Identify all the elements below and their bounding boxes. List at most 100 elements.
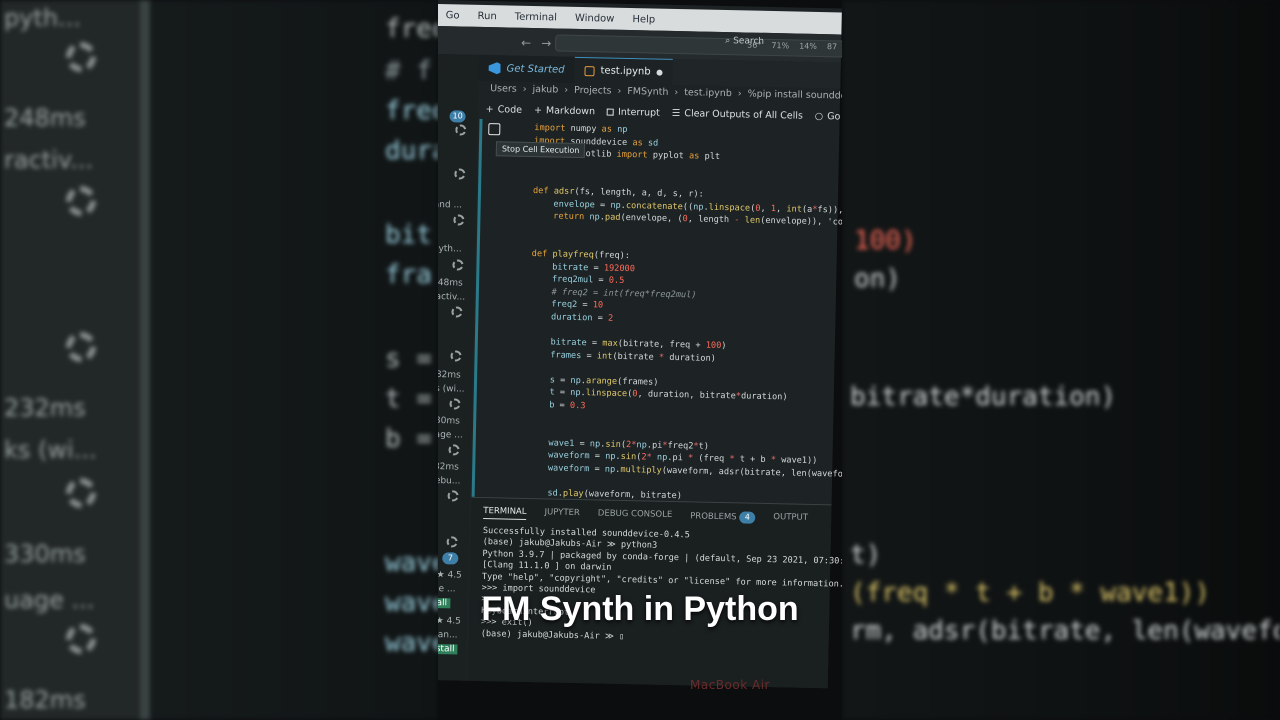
breadcrumb-item[interactable]: Projects xyxy=(574,85,612,97)
blurred-code: freq xyxy=(385,14,438,44)
notebook-icon xyxy=(584,65,595,76)
extension-label: Debu... xyxy=(438,475,461,487)
blurred-label: 330ms xyxy=(4,540,86,568)
blurred-label: 182ms xyxy=(4,686,86,714)
menu-window[interactable]: Window xyxy=(575,12,615,24)
forward-arrow-icon[interactable]: → xyxy=(541,36,551,50)
breadcrumb-item[interactable]: jakub xyxy=(532,84,558,96)
blurred-code: (freq * t + b * wave1)) xyxy=(850,578,1211,608)
gear-icon[interactable] xyxy=(455,124,467,136)
badge: 10 xyxy=(449,110,466,123)
blurred-code: wave xyxy=(385,588,438,618)
blurred-code: fra xyxy=(385,260,432,290)
blurred-gear-icon xyxy=(66,42,96,72)
breadcrumb-item[interactable]: %pip install sounddevice nu xyxy=(748,89,842,103)
gear-icon[interactable] xyxy=(453,214,465,226)
tab-output[interactable]: OUTPUT xyxy=(773,512,808,526)
extension-label: pyth... xyxy=(438,243,462,255)
blurred-gear-icon xyxy=(66,332,96,362)
extension-label: and ... xyxy=(438,199,463,211)
extension-label: ractiv... xyxy=(438,291,466,303)
plus-icon: + xyxy=(485,103,494,115)
go-to-button[interactable]: ○Go To xyxy=(815,110,842,122)
breadcrumb-item[interactable]: Users xyxy=(490,83,517,95)
blurred-code: on) xyxy=(854,264,901,294)
tab-test-ipynb[interactable]: test.ipynb xyxy=(574,56,673,85)
menu-terminal[interactable]: Terminal xyxy=(515,11,557,23)
blurred-label: ks (wi... xyxy=(4,436,97,464)
terminal-output[interactable]: Successfully installed sounddevice-0.4.5… xyxy=(481,526,842,648)
gear-icon[interactable] xyxy=(451,306,463,318)
blurred-code: 100) xyxy=(854,226,917,256)
blurred-code: b = xyxy=(385,424,432,454)
gear-icon[interactable] xyxy=(447,490,459,502)
gear-icon[interactable] xyxy=(450,350,462,362)
blurred-label: uage ... xyxy=(4,586,95,614)
stop-cell-icon[interactable] xyxy=(488,123,501,136)
square-icon xyxy=(606,108,615,116)
nav-arrows: ← → xyxy=(521,36,551,51)
breadcrumb-item[interactable]: test.ipynb xyxy=(684,87,732,99)
menu-run[interactable]: Run xyxy=(477,10,496,21)
breadcrumb-item[interactable]: FMSynth xyxy=(627,86,668,98)
menu-help[interactable]: Help xyxy=(632,14,655,25)
extension-rating: M ★ 4.5 xyxy=(438,570,462,581)
code-editor[interactable]: import numpy as np import sounddevice as… xyxy=(526,122,842,519)
extension-time: 182ms xyxy=(438,461,459,473)
blurred-label: 248ms xyxy=(4,104,86,132)
blurred-code: # f xyxy=(385,56,432,86)
add-code-cell-button[interactable]: + Code xyxy=(486,104,523,116)
blurred-code: t = xyxy=(385,384,432,414)
blurred-code: rm, adsr(bitrate, len(wavefor xyxy=(850,616,1280,646)
tooltip: Stop Cell Execution xyxy=(495,141,586,159)
gear-icon[interactable] xyxy=(446,536,458,548)
tab-get-started[interactable]: Get Started xyxy=(478,54,575,83)
unsaved-dot-icon[interactable] xyxy=(656,69,663,76)
search-label[interactable]: ⌕ Search xyxy=(725,36,764,47)
clear-outputs-button[interactable]: ☰ Clear Outputs of All Cells xyxy=(672,107,803,121)
blurred-gear-icon xyxy=(66,186,96,216)
macbook-label: MacBook Air xyxy=(690,678,770,692)
blurred-code: bit xyxy=(385,220,432,250)
tab-problems[interactable]: PROBLEMS 4 xyxy=(690,510,756,524)
blurred-label: 232ms xyxy=(4,394,86,422)
badge: 7 xyxy=(442,552,459,565)
problems-count-badge: 4 xyxy=(739,511,756,524)
extension-time: 232ms xyxy=(438,369,461,381)
tab-jupyter[interactable]: JUPYTER xyxy=(544,507,580,521)
panel-tabs: TERMINAL JUPYTER DEBUG CONSOLE PROBLEMS … xyxy=(483,506,808,526)
blurred-label: pyth... xyxy=(4,4,81,32)
blurred-code: dura xyxy=(385,136,438,166)
tab-debug-console[interactable]: DEBUG CONSOLE xyxy=(598,508,673,523)
gear-icon[interactable] xyxy=(454,168,466,180)
tab-label: Get Started xyxy=(506,62,565,76)
menu-go[interactable]: Go xyxy=(446,10,460,21)
left-blurred-backdrop: pyth... 248ms ractiv... 232ms ks (wi... … xyxy=(0,0,438,720)
plus-icon: + xyxy=(533,104,543,116)
install-button[interactable]: Install xyxy=(438,643,458,655)
add-markdown-cell-button[interactable]: + Markdown xyxy=(534,105,595,117)
stat: 14% xyxy=(799,41,818,51)
tab-label: test.ipynb xyxy=(600,65,651,78)
circle-icon: ○ xyxy=(814,110,824,122)
blurred-gear-icon xyxy=(66,478,96,508)
blurred-code: bitrate*duration) xyxy=(850,382,1117,412)
extension-label: w, an... xyxy=(438,630,458,641)
right-blurred-backdrop: 100) on) bitrate*duration) t) (freq * t … xyxy=(842,0,1280,720)
gear-icon[interactable] xyxy=(448,444,460,456)
interrupt-button[interactable]: Interrupt xyxy=(606,106,660,118)
blurred-gear-icon xyxy=(66,624,96,654)
tab-terminal[interactable]: TERMINAL xyxy=(483,506,527,520)
extension-time: 330ms xyxy=(438,415,460,427)
video-frame: Go Run Terminal Window Help ← → 36° 71% … xyxy=(438,0,842,720)
back-arrow-icon[interactable]: ← xyxy=(521,36,531,50)
gear-icon[interactable] xyxy=(452,259,464,271)
list-icon: ☰ xyxy=(671,107,681,119)
gear-icon[interactable] xyxy=(449,398,461,410)
extension-label: uage ... xyxy=(438,429,463,441)
vscode-logo-icon xyxy=(488,62,500,74)
blurred-code: wave xyxy=(385,628,438,658)
vscode-window: Go Run Terminal Window Help ← → 36° 71% … xyxy=(438,0,842,689)
code-cell[interactable]: Stop Cell Execution import numpy as np i… xyxy=(471,118,842,512)
blurred-code: freq xyxy=(385,96,438,126)
